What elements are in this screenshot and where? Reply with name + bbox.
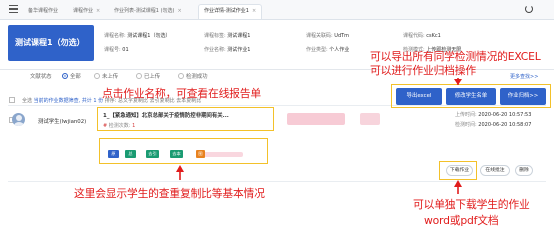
online-review-button[interactable]: 在线批注	[480, 165, 510, 176]
radio-icon	[178, 73, 184, 79]
annotation-download-line2: word或pdf文档	[424, 214, 499, 227]
tab-assignment-detail[interactable]: 作业详情-测试作业1 ×	[198, 4, 263, 19]
assignment-name-info: 作业名称: 测试作业1	[204, 47, 251, 53]
course-name-info: 课程名称: 测试课程1（勿选）	[104, 33, 171, 39]
more-search-link[interactable]: 更多查找>>	[510, 73, 538, 80]
menu-icon[interactable]	[9, 5, 18, 13]
annotation-download-line1: 可以单独下载学生的作业	[413, 198, 530, 211]
tab-label: 课程作业	[73, 8, 94, 14]
tab-label: 作业详情-测试作业1	[204, 8, 249, 14]
annotation-export-line2: 可以进行作业归档操作	[370, 64, 476, 77]
filter-summary: 当前的作业数据筛查,	[33, 98, 81, 104]
select-all-checkbox[interactable]	[9, 97, 15, 103]
radio-icon	[94, 73, 100, 79]
student-name: 测试学生(lwjian02)	[38, 119, 87, 125]
highlight-download	[439, 161, 477, 180]
upload-time: 上传时间: 2020-06-20 10:57:53	[455, 112, 532, 118]
tab-home[interactable]: 备华课程作业	[28, 5, 58, 20]
filter-option-check-success[interactable]: 检测成功	[178, 72, 208, 80]
tab-bar: 备华课程作业 课程作业 × 作业列表-测试课程1 (勿选) × 作业详情-测试作业1…	[0, 0, 554, 20]
redacted-block	[360, 113, 380, 125]
filter-label: 文献状态	[30, 74, 52, 80]
tab-label: 备华课程作业	[28, 8, 59, 14]
linked-code-info: 课程关联码: UdTm	[306, 33, 350, 39]
course-title: 测试课程1（勿选）	[8, 25, 94, 61]
refresh-icon[interactable]	[525, 5, 533, 13]
close-icon[interactable]: ×	[96, 8, 100, 14]
course-code-info: 课程代码: csKc1	[403, 33, 441, 39]
course-tag-info: 课程标签: 测试课程1	[204, 33, 251, 39]
filter-option-not-uploaded[interactable]: 未上传	[94, 72, 118, 80]
delete-button[interactable]: 删除	[515, 165, 533, 176]
divider	[8, 181, 546, 182]
tab-course-assignments[interactable]: 课程作业 ×	[73, 5, 100, 20]
filter-option-all[interactable]: 全部	[62, 72, 81, 80]
close-icon[interactable]: ×	[177, 8, 181, 14]
highlight-assignment-title	[97, 107, 274, 131]
radio-icon	[136, 73, 142, 79]
course-no-info: 课程号: 01	[104, 47, 129, 53]
check-time: 检测时间: 2020-06-20 10:58:07	[455, 122, 532, 128]
highlight-similarity-tags	[99, 138, 268, 164]
highlight-toolbar	[391, 84, 551, 108]
assignment-type-info: 作业类型: 个人作业	[306, 47, 350, 53]
status-filter: 文献状态	[30, 72, 52, 80]
redacted-block	[287, 113, 345, 125]
tab-label: 作业列表-测试课程1 (勿选)	[114, 8, 175, 14]
select-all-label: 全选	[22, 98, 33, 104]
avatar	[12, 113, 25, 126]
filter-option-uploaded[interactable]: 已上传	[136, 72, 160, 80]
radio-icon	[62, 73, 68, 79]
close-icon[interactable]: ×	[252, 8, 256, 14]
total-count: 共计 1 份	[81, 98, 104, 104]
tab-assignment-list[interactable]: 作业列表-测试课程1 (勿选) ×	[114, 5, 182, 20]
annotation-click-assignment: 点击作业名称，可查看在线报告单	[102, 87, 261, 100]
annotation-similarity-info: 这里会显示学生的查重复制比等基本情况	[74, 187, 265, 200]
